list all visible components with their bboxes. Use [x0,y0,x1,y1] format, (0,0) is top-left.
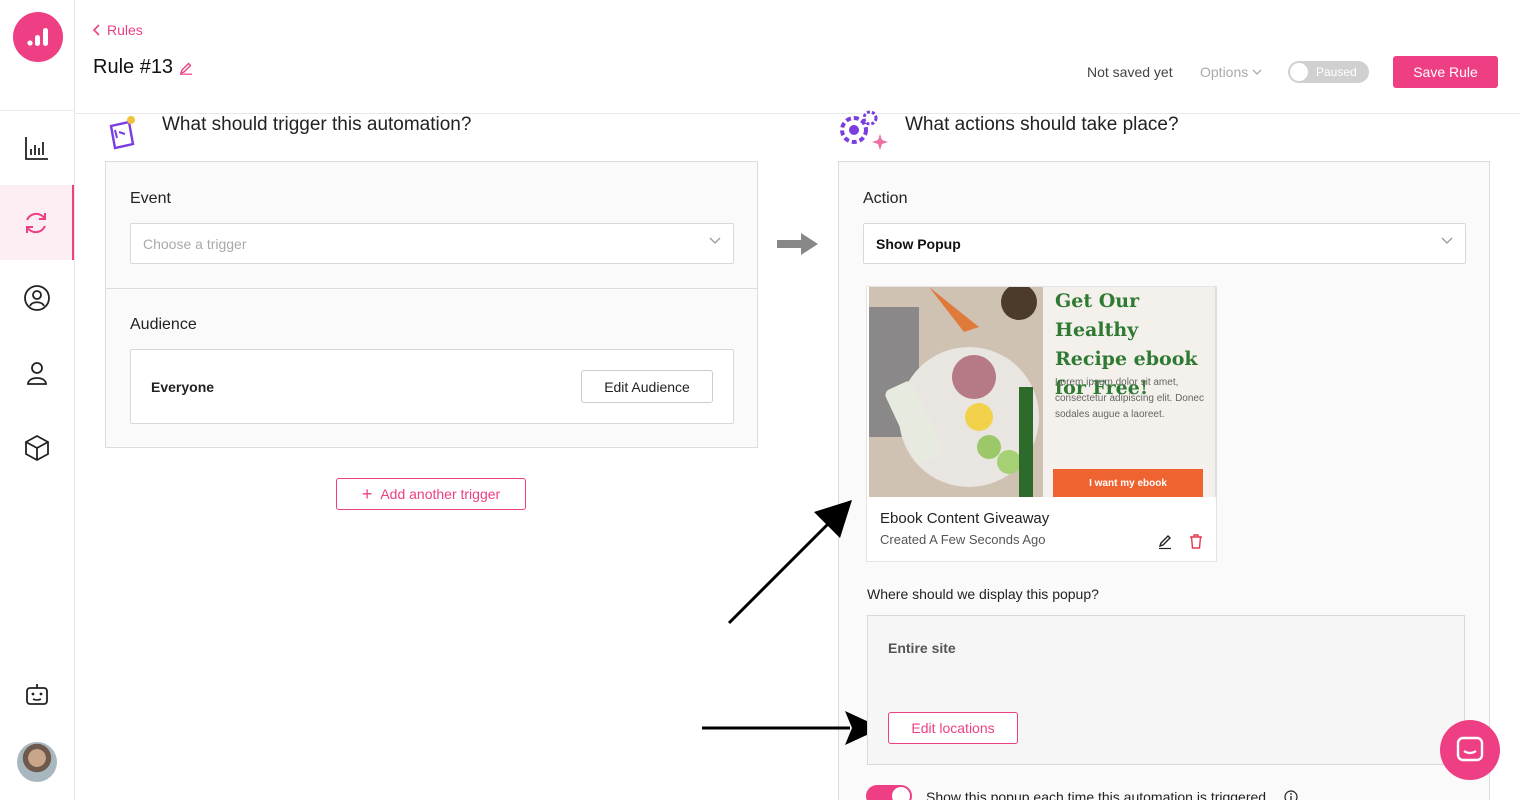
toggle-knob [892,787,910,800]
sidebar-item-analytics[interactable] [0,110,74,185]
sidebar-item-bot[interactable] [0,657,74,732]
user-circle-icon [24,284,50,311]
edit-locations-button[interactable]: Edit locations [888,712,1018,744]
where-display-label: Where should we display this popup? [867,586,1099,602]
panel-divider [106,288,757,289]
bar-chart-icon [25,136,48,160]
edit-audience-button[interactable]: Edit Audience [581,370,713,403]
event-label: Event [130,190,171,207]
breadcrumb[interactable]: Rules [93,22,143,38]
arrow-right-icon [777,233,818,255]
event-placeholder: Choose a trigger [143,235,247,252]
toggle-knob [1290,63,1308,81]
location-value: Entire site [888,640,956,656]
save-rule-button[interactable]: Save Rule [1393,56,1498,88]
trash-icon[interactable] [1188,533,1204,550]
action-label: Action [863,190,908,207]
annotation-arrow-diagonal [727,500,852,625]
chat-icon [1456,736,1484,762]
trigger-panel: Event Choose a trigger Audience Everyone… [105,161,758,448]
sidebar [0,0,75,800]
app-logo[interactable] [13,12,63,62]
sidebar-item-automations[interactable] [0,185,74,260]
ebook-cta-button: I want my ebook [1053,469,1203,497]
paused-toggle[interactable]: Paused [1288,61,1369,83]
toggle-label: Paused [1316,65,1357,79]
sidebar-item-agent[interactable] [0,335,74,410]
action-heading: What actions should take place? [905,114,1179,135]
chevron-down-icon [709,237,721,244]
show-each-time-toggle[interactable] [866,785,912,800]
breadcrumb-label: Rules [107,22,143,38]
popup-card[interactable]: Get Our Healthy Recipe ebook for Free! L… [866,286,1217,562]
logo-bars-icon [27,28,48,46]
event-select[interactable]: Choose a trigger [130,223,734,264]
ebook-body: Lorem ipsum dolor sit amet, consectetur … [1055,377,1204,420]
show-each-time-label: Show this popup each time this automatio… [926,788,1298,800]
add-trigger-label: Add another trigger [380,486,501,502]
audience-label: Audience [130,316,197,333]
trigger-icon [109,116,135,150]
popup-preview-image [869,287,1043,497]
audience-box: Everyone Edit Audience [130,349,734,424]
page-title: Rule #13 [93,56,193,79]
location-box: Entire site Edit locations [867,615,1465,765]
trigger-heading: What should trigger this automation? [162,114,472,135]
options-label: Options [1200,64,1249,80]
save-status: Not saved yet [1087,64,1173,80]
add-trigger-button[interactable]: + Add another trigger [336,478,526,510]
refresh-icon [26,212,46,233]
info-icon[interactable] [1284,790,1298,800]
chat-launcher-button[interactable] [1440,720,1500,780]
edit-pencil-icon[interactable] [1157,534,1173,550]
cube-icon [25,434,49,461]
pencil-icon[interactable] [179,61,193,75]
robot-icon [26,683,48,705]
food-image [869,287,1043,497]
chevron-down-icon [1441,237,1453,244]
action-select[interactable]: Show Popup [863,223,1466,264]
action-value: Show Popup [876,235,961,252]
show-each-time-text: Show this popup each time this automatio… [926,789,1267,800]
avatar[interactable] [17,742,57,782]
options-dropdown[interactable]: Options [1200,64,1262,80]
chevron-left-icon [93,24,100,36]
page-header: Rules Rule #13 Not saved yet Options Pau… [75,0,1520,114]
popup-created: Created A Few Seconds Ago [880,532,1046,547]
chevron-down-icon [1252,69,1262,75]
page-title-text: Rule #13 [93,56,174,78]
sidebar-item-audience[interactable] [0,260,74,335]
sidebar-item-products[interactable] [0,410,74,485]
app-root: Rules Rule #13 Not saved yet Options Pau… [0,0,1520,800]
gears-icon [840,110,888,150]
popup-name: Ebook Content Giveaway [880,510,1050,527]
person-icon [27,361,47,385]
plus-icon: + [361,484,373,504]
popup-preview-content: Get Our Healthy Recipe ebook for Free! L… [1043,287,1217,497]
audience-value: Everyone [151,379,215,395]
annotation-arrow-horizontal [702,711,882,745]
